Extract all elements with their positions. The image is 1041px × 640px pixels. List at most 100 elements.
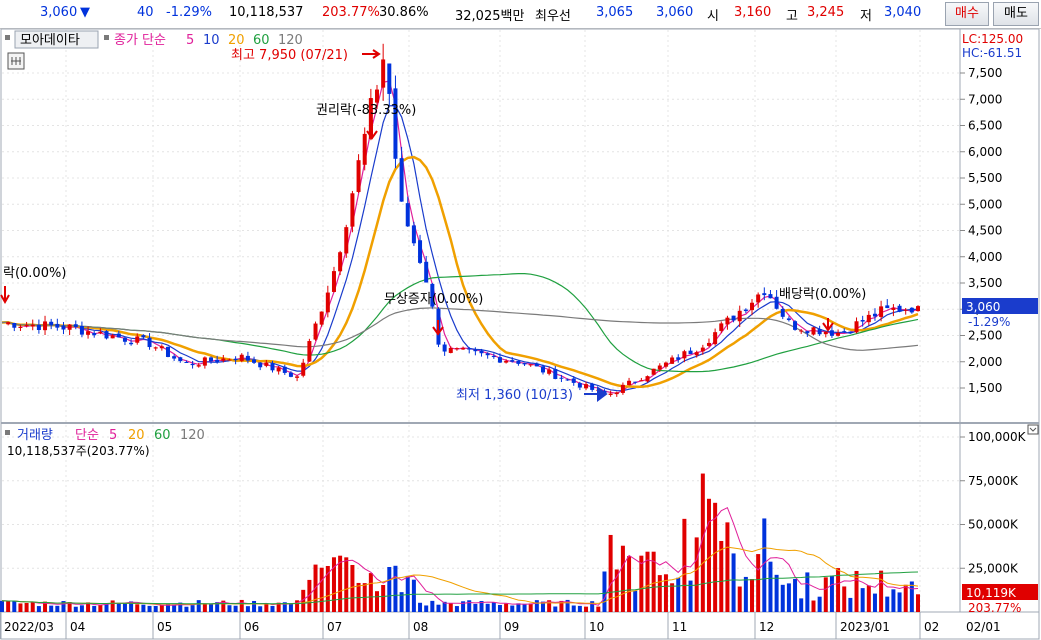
stock-chart[interactable]: 7,500 7,000 6,500 6,000 5,500 5,000 4,500 4,000…	[0, 28, 1041, 640]
candle-body	[694, 352, 699, 356]
open-price: 3,160	[734, 5, 772, 20]
candle-body	[682, 351, 687, 359]
volume-bar	[510, 605, 515, 612]
volume-bar	[725, 522, 730, 612]
candle-body	[467, 348, 472, 350]
vol-ma20-legend: 20	[128, 428, 145, 443]
candle-body	[393, 88, 398, 159]
candle-body	[301, 362, 306, 376]
candle-body	[866, 314, 871, 323]
candle-body	[768, 294, 773, 299]
candle-body	[350, 193, 355, 227]
rights-annotation: 권리락(-83.33%)	[316, 103, 416, 118]
candle-body	[116, 333, 121, 338]
last-volume-pct: 203.77%	[968, 601, 1021, 615]
volume-ma-label: 단순	[75, 428, 99, 443]
price-tick-label: 6,000	[968, 145, 1002, 159]
volume-tick-label: 25,000K	[968, 561, 1019, 575]
volume-bar	[577, 605, 582, 612]
best-ask: 3,065	[596, 5, 634, 20]
volume-bar	[670, 583, 675, 612]
candle-body	[522, 363, 527, 365]
volume-bar	[491, 602, 496, 612]
candle-body	[473, 349, 478, 352]
x-axis-label: 04	[70, 620, 85, 634]
x-axis-label: 05	[157, 620, 172, 634]
candle-body	[55, 323, 60, 328]
candle-body	[30, 324, 35, 327]
candle-body	[688, 350, 693, 355]
panel-collapse-icon[interactable]	[1027, 424, 1039, 435]
candle-body	[485, 353, 490, 356]
volume-bar	[448, 602, 453, 612]
volume-bar	[405, 575, 410, 612]
volume-bar	[6, 601, 11, 612]
price-tick-label: 3,500	[968, 276, 1002, 290]
x-axis-label: 02	[924, 620, 939, 634]
vol-ma5-legend: 5	[109, 428, 117, 443]
candle-body	[331, 271, 336, 292]
candle-body	[627, 380, 632, 386]
candle-body	[565, 379, 570, 381]
volume-bar	[504, 603, 509, 612]
volume-bar	[694, 537, 699, 612]
volume-bar	[731, 553, 736, 612]
candle-body	[122, 337, 127, 342]
volume-bar	[608, 534, 613, 612]
volume-bar	[522, 603, 527, 612]
volume-bar	[24, 603, 29, 612]
trade-amount: 32,025백만	[455, 9, 525, 24]
candle-body	[743, 309, 748, 312]
ma10-legend: 10	[203, 33, 220, 48]
chart-frame	[0, 28, 1040, 640]
candle-body	[227, 359, 232, 361]
candle-body	[61, 325, 66, 330]
volume-bar	[12, 601, 17, 612]
volume-bar	[774, 574, 779, 612]
high-annotation: 최고 7,950 (07/21)	[231, 48, 348, 63]
candle-body	[651, 368, 656, 375]
volume-bar	[903, 584, 908, 612]
price-tick-label: 7,000	[968, 92, 1002, 106]
volume-bar	[202, 604, 207, 612]
grid-toggle-icon[interactable]	[7, 52, 25, 70]
candle-body	[325, 292, 330, 313]
volume-bar	[368, 573, 373, 612]
candle-body	[823, 331, 828, 335]
volume-bar	[258, 606, 263, 612]
candle-body	[805, 331, 810, 334]
ma60-legend: 60	[253, 33, 270, 48]
candle-body	[196, 365, 201, 367]
ma5-legend: 5	[186, 33, 194, 48]
volume-menu-square-icon	[5, 430, 10, 435]
candle-body	[614, 392, 619, 395]
candle-body	[903, 309, 908, 311]
candle-body	[233, 358, 238, 361]
volume-bar	[596, 606, 601, 612]
volume-bar	[424, 605, 429, 612]
candle-body	[706, 342, 711, 346]
ma20-legend: 20	[228, 33, 245, 48]
volume-bar	[184, 606, 189, 612]
price-tick-label: 4,500	[968, 224, 1002, 238]
candle-body	[49, 321, 54, 326]
volume-bar	[860, 588, 865, 612]
candle-body	[147, 337, 152, 348]
x-axis-label: 02/01	[966, 620, 1001, 634]
candle-body	[442, 344, 447, 352]
volume-bar	[793, 578, 798, 612]
x-axis-label: 07	[327, 620, 342, 634]
buy-button[interactable]: 매수	[945, 2, 989, 26]
sell-button[interactable]: 매도	[993, 2, 1039, 26]
candle-body	[799, 330, 804, 332]
price-tick-label: 7,500	[968, 66, 1002, 80]
candle-body	[129, 342, 134, 345]
ma120-legend: 120	[278, 33, 303, 48]
candle-body	[811, 327, 816, 335]
candle-body	[553, 368, 558, 379]
candle-body	[252, 359, 257, 363]
volume-bar	[98, 604, 103, 612]
candle-body	[381, 59, 386, 88]
candle-body	[891, 308, 896, 310]
candle-body	[461, 348, 466, 350]
